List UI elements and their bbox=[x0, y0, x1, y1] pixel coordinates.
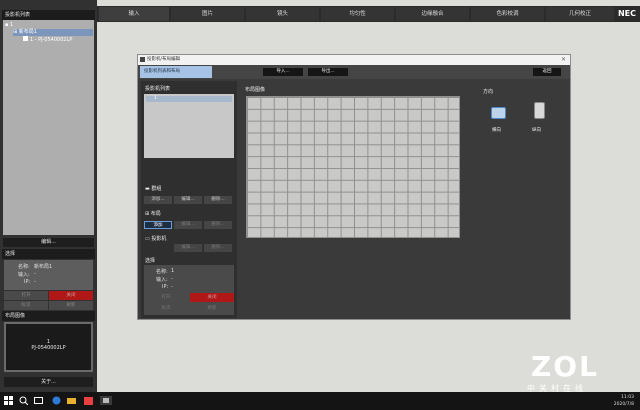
taskbar: 11:03 2020/7/8 bbox=[0, 392, 640, 410]
layout-image-label: 布局图像 bbox=[245, 87, 266, 93]
export-button[interactable]: 导出... bbox=[308, 68, 348, 76]
dialog-left-pane: 投影机列表 1 ▬ 群组 添加... 编辑... 删除... ⊞ 布局 添加 编… bbox=[141, 81, 237, 318]
close-icon[interactable]: ✕ bbox=[561, 55, 566, 65]
vertical-orientation-button[interactable] bbox=[534, 102, 545, 119]
tab-lens[interactable]: 镜头 bbox=[246, 7, 319, 21]
vertical-label: 纵向 bbox=[532, 128, 541, 133]
name-value: 新布局1 bbox=[34, 264, 53, 270]
about-button[interactable]: 关于... bbox=[4, 377, 93, 387]
selection-info: 名称: 新布局1 输入: - IP: - bbox=[4, 260, 93, 290]
group-label: ▬ 群组 bbox=[145, 186, 162, 192]
horizontal-label: 横向 bbox=[492, 128, 501, 133]
direction-label: 方向 bbox=[483, 89, 494, 95]
projector-edit-button[interactable]: 编辑... bbox=[174, 244, 202, 252]
taskbar-clock[interactable]: 11:03 2020/7/8 bbox=[614, 394, 634, 408]
search-icon[interactable] bbox=[19, 396, 29, 406]
projector-list-label: 投影机列表 bbox=[145, 86, 171, 92]
left-panel: 投影机列表 ▪ 1 ⊞ 新布局1 1 - PJ-0540002LP 编辑... … bbox=[0, 0, 97, 392]
selection-buttons: 打开 关闭 bbox=[4, 291, 93, 300]
projector-list[interactable]: 1 bbox=[144, 94, 234, 158]
nec-logo: NEC bbox=[617, 9, 636, 18]
top-tab-bar: 输入 图片 镜头 均匀性 边缘融合 色彩校调 几何校正 NEC bbox=[97, 6, 640, 22]
import-button[interactable]: 导入... bbox=[263, 68, 303, 76]
store-icon[interactable] bbox=[84, 396, 93, 405]
projector-delete-button[interactable]: 删除... bbox=[204, 244, 232, 252]
windows-start-icon[interactable] bbox=[4, 396, 13, 405]
projector-layout-dialog: 投影机/布局编辑 ✕ 投影机列表和布局 导入... 导出... 返回 投影机列表… bbox=[137, 54, 571, 320]
group-add-button[interactable]: 添加... bbox=[144, 196, 172, 204]
selection-buttons-row2: 标识 刷新 bbox=[4, 301, 93, 310]
dlg-close-button[interactable]: 关闭 bbox=[190, 293, 234, 302]
zol-watermark-subtitle: 中关村在线 bbox=[527, 384, 587, 393]
projector-section-label: ▭ 投影机 bbox=[145, 236, 167, 242]
layout-add-button[interactable]: 添加 bbox=[144, 221, 172, 229]
preview-label: PJ-0540002LP bbox=[31, 345, 66, 351]
dlg-refresh-button[interactable]: 刷新 bbox=[190, 304, 234, 313]
edge-icon[interactable] bbox=[52, 396, 61, 405]
projector-list-item[interactable]: 1 bbox=[146, 96, 232, 102]
layout-image-area: 布局图像 bbox=[239, 81, 468, 267]
dlg-open-button[interactable]: 打开 bbox=[144, 293, 188, 302]
group-edit-button[interactable]: 编辑... bbox=[174, 196, 202, 204]
tree-root[interactable]: ▪ 1 bbox=[5, 22, 13, 29]
selection-header: 选择 bbox=[2, 249, 95, 259]
tree-node-projector[interactable]: 1 - PJ-0540002LP bbox=[23, 36, 72, 43]
name-label: 名称: bbox=[18, 264, 30, 270]
tab-uniformity[interactable]: 均匀性 bbox=[321, 7, 394, 21]
ip-label: IP: bbox=[24, 279, 31, 285]
tab-edge-blending[interactable]: 边缘融合 bbox=[396, 7, 469, 21]
tab-picture[interactable]: 图片 bbox=[171, 7, 244, 21]
dialog-selection-label: 选择 bbox=[145, 258, 156, 264]
tab-input[interactable]: 输入 bbox=[99, 7, 169, 21]
back-button[interactable]: 返回 bbox=[533, 68, 561, 76]
dlg-input-value: - bbox=[171, 276, 173, 282]
tab-geometric-correction[interactable]: 几何校正 bbox=[546, 7, 614, 21]
layout-image-header: 布局图像 bbox=[2, 311, 95, 321]
layout-delete-button[interactable]: 删除... bbox=[204, 221, 232, 229]
clock-date: 2020/7/8 bbox=[613, 402, 634, 407]
layout-edit-button[interactable]: 编辑... bbox=[174, 221, 202, 229]
close-button[interactable]: 关闭 bbox=[49, 291, 93, 300]
dlg-name-value: 1 bbox=[171, 268, 175, 274]
projector-list-header: 投影机列表 bbox=[2, 10, 95, 20]
identify-button[interactable]: 标识 bbox=[4, 301, 48, 310]
edit-button[interactable]: 编辑... bbox=[3, 238, 94, 247]
layout-grid[interactable] bbox=[246, 96, 460, 238]
dlg-ip-value: - bbox=[171, 284, 173, 290]
tab-color-calibration[interactable]: 色彩校调 bbox=[471, 7, 544, 21]
task-view-icon[interactable] bbox=[34, 396, 43, 405]
projector-tree[interactable]: ▪ 1 ⊞ 新布局1 1 - PJ-0540002LP bbox=[3, 20, 94, 235]
explorer-icon[interactable] bbox=[67, 396, 76, 405]
input-value: - bbox=[34, 271, 36, 277]
layout-preview: 1 PJ-0540002LP bbox=[4, 322, 93, 372]
group-delete-button[interactable]: 删除... bbox=[204, 196, 232, 204]
dlg-ip-label: IP: bbox=[162, 284, 169, 290]
input-label: 输入: bbox=[18, 272, 30, 278]
projector-icon bbox=[23, 36, 28, 41]
dlg-input-label: 输入: bbox=[156, 277, 168, 283]
dlg-name-label: 名称: bbox=[156, 269, 168, 275]
dialog-selection-info: 名称: 1 输入: - IP: - 打开 关闭 标识 刷新 bbox=[144, 265, 234, 315]
open-button[interactable]: 打开 bbox=[4, 291, 48, 300]
horizontal-orientation-button[interactable] bbox=[491, 107, 506, 119]
zol-watermark-logo: ZOL bbox=[531, 350, 599, 383]
tab-projector-list-layout[interactable]: 投影机列表和布局 bbox=[140, 66, 212, 78]
refresh-button[interactable]: 刷新 bbox=[49, 301, 93, 310]
app-icon[interactable] bbox=[100, 396, 112, 405]
clock-time: 11:03 bbox=[621, 395, 634, 400]
tree-node-layout[interactable]: ⊞ 新布局1 bbox=[13, 29, 93, 36]
window-icon bbox=[140, 57, 145, 62]
dialog-title: 投影机/布局编辑 bbox=[138, 55, 570, 65]
dialog-toolbar: 投影机列表和布局 导入... 导出... 返回 bbox=[138, 65, 570, 79]
dlg-identify-button[interactable]: 标识 bbox=[144, 304, 188, 313]
ip-value: - bbox=[34, 279, 36, 285]
layout-label: ⊞ 布局 bbox=[145, 211, 161, 217]
